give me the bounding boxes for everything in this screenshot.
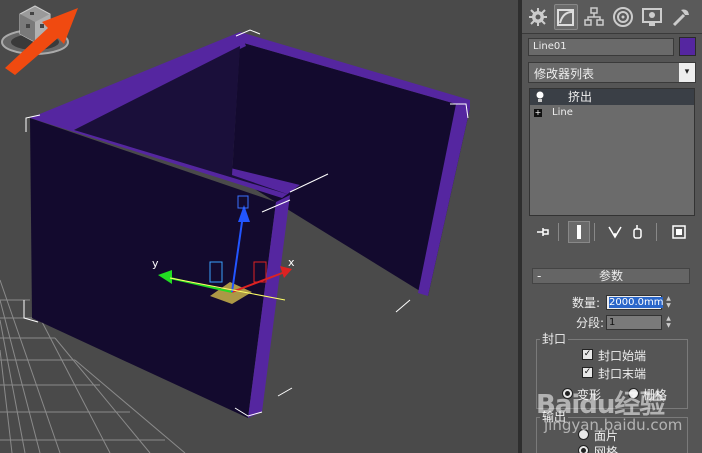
utilities-icon <box>672 9 689 27</box>
amount-spinner[interactable]: ▲ ▼ <box>664 295 673 310</box>
stack-item-extrude[interactable]: 挤出 <box>530 89 694 105</box>
grid-label: 栅格 <box>643 388 668 402</box>
remove-modifier-button[interactable] <box>626 221 648 243</box>
make-unique-icon <box>608 226 622 239</box>
motion-icon <box>613 7 633 27</box>
modify-icon <box>557 9 574 26</box>
patch-label: 面片 <box>594 429 619 443</box>
modifier-list-dropdown[interactable]: 修改器列表 ▾ <box>528 62 696 83</box>
chevron-down-icon[interactable]: ▾ <box>679 63 695 82</box>
show-end-result-icon <box>577 225 581 239</box>
annotation-arrow-icon <box>5 8 78 75</box>
pin-stack-button[interactable] <box>532 221 554 243</box>
rollout-title: 参数 <box>598 269 623 283</box>
axis-label-y: y <box>152 257 159 270</box>
command-panel: Line01 修改器列表 ▾ 挤出 + Line - 参数 数量: 2000.0… <box>522 0 702 453</box>
utilities-tab[interactable] <box>669 4 693 30</box>
create-icon <box>529 8 547 26</box>
cap-start-label: 封口始端 <box>598 349 647 363</box>
stack-toolbar <box>528 220 696 244</box>
segments-spinner[interactable]: ▲ ▼ <box>664 315 673 330</box>
object-color-swatch[interactable] <box>679 37 696 56</box>
make-unique-button[interactable] <box>604 221 626 243</box>
lightbulb-icon[interactable] <box>535 91 545 103</box>
segments-label: 分段: <box>576 316 605 330</box>
cap-end-checkbox[interactable]: ✓ <box>582 367 593 378</box>
hierarchy-tab[interactable] <box>582 4 606 30</box>
modify-tab[interactable] <box>554 4 578 30</box>
stack-item-line[interactable]: + Line <box>530 105 694 121</box>
axis-label-x: x <box>288 256 295 269</box>
amount-label: 数量: <box>572 296 601 310</box>
configure-modifier-sets-button[interactable] <box>668 221 690 243</box>
morph-label: 变形 <box>577 388 602 402</box>
remove-modifier-icon <box>633 225 642 239</box>
stack-item-label: 挤出 <box>568 90 593 104</box>
modifier-list-label: 修改器列表 <box>534 67 595 81</box>
patch-radio[interactable] <box>578 429 589 440</box>
hierarchy-icon <box>584 7 604 26</box>
parameters-rollout-header[interactable]: - 参数 <box>532 268 690 284</box>
display-tab[interactable] <box>640 4 664 30</box>
motion-tab[interactable] <box>611 4 635 30</box>
modifier-stack[interactable]: 挤出 + Line <box>529 88 695 216</box>
stack-item-label: Line <box>552 107 573 118</box>
pin-stack-icon <box>537 228 549 236</box>
mesh-label: 网格 <box>594 445 619 453</box>
object-name-input[interactable]: Line01 <box>528 38 674 56</box>
output-group-title: 输出 <box>540 410 569 424</box>
show-end-result-button[interactable] <box>568 221 590 243</box>
segments-input[interactable]: 1 <box>606 315 662 330</box>
perspective-viewport[interactable]: y x <box>0 0 518 453</box>
display-icon <box>642 8 662 26</box>
cap-start-checkbox[interactable]: ✓ <box>582 349 593 360</box>
configure-modifier-sets-icon <box>672 225 686 239</box>
morph-radio[interactable] <box>562 388 573 399</box>
amount-input[interactable]: 2000.0mm <box>606 295 664 310</box>
grid-radio[interactable] <box>628 388 639 399</box>
command-panel-tabs <box>522 0 702 34</box>
capping-group-title: 封口 <box>540 332 569 346</box>
create-tab[interactable] <box>526 4 550 30</box>
cap-end-label: 封口末端 <box>598 367 647 381</box>
mesh-radio[interactable] <box>578 445 589 453</box>
plus-icon[interactable]: + <box>534 109 542 117</box>
